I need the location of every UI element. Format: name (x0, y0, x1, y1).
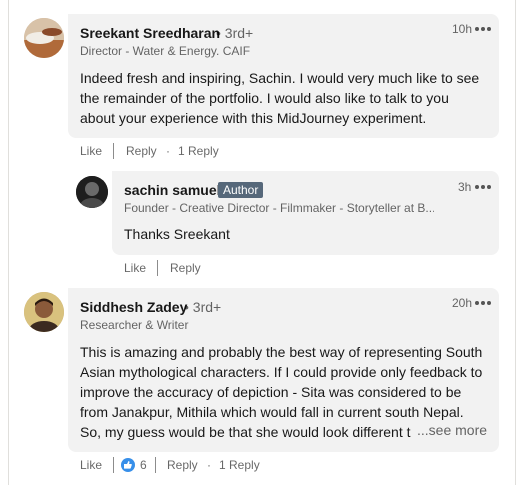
reaction-count[interactable]: 6 (140, 458, 147, 472)
like-button[interactable]: Like (124, 261, 146, 275)
more-options-icon[interactable] (475, 299, 493, 307)
view-replies-link[interactable]: 1 Reply (178, 144, 219, 158)
action-divider (113, 143, 114, 159)
like-reaction-icon (121, 458, 135, 472)
comment-bubble: Siddhesh Zadey • 3rd+ Researcher & Write… (68, 288, 499, 452)
author-headline: Researcher & Writer (80, 318, 189, 332)
reply-button[interactable]: Reply (167, 458, 198, 472)
comment-text-line: from Janakpur, Mithila which would fall … (80, 404, 464, 420)
avatar-photo-icon (76, 176, 108, 208)
comment-bubble: Sreekant Sreedharan • 3rd+ Director - Wa… (68, 14, 499, 138)
frame-left-border (8, 0, 9, 485)
like-button[interactable]: Like (80, 458, 102, 472)
frame-right-border (515, 0, 516, 485)
avatar-photo-icon (24, 18, 64, 58)
reply-button[interactable]: Reply (126, 144, 157, 158)
avatar[interactable] (24, 292, 64, 332)
reply-bubble: sachin samuel Author Founder - Creative … (112, 171, 499, 255)
separator-dot: · (207, 458, 211, 472)
comment-text: Indeed fresh and inspiring, Sachin. I wo… (80, 68, 479, 128)
connection-degree: • 3rd+ (216, 25, 254, 41)
comment-text-line: Asian mythological characters. If I coul… (80, 364, 483, 380)
comment-timestamp: 20h (452, 296, 473, 310)
comment-author-name[interactable]: Sreekant Sreedharan (80, 25, 220, 41)
reply-text-line: Thanks Sreekant (124, 226, 230, 242)
author-headline: Founder - Creative Director - Filmmaker … (124, 201, 434, 215)
avatar[interactable] (24, 18, 64, 58)
reply-text: Thanks Sreekant (124, 224, 230, 244)
more-options-icon[interactable] (475, 25, 493, 33)
more-options-icon[interactable] (475, 183, 493, 191)
reply-timestamp: 3h (458, 180, 472, 194)
view-replies-link[interactable]: 1 Reply (219, 458, 260, 472)
comment-text-line: This is amazing and probably the best wa… (80, 344, 483, 360)
comment-text-line: improve the accuracy of depiction - Sita… (80, 384, 462, 400)
comment-timestamp: 10h (452, 22, 473, 36)
author-badge: Author (218, 182, 264, 198)
comment-author-name[interactable]: Siddhesh Zadey (80, 299, 187, 315)
like-button[interactable]: Like (80, 144, 102, 158)
comment-text-line: about your experience with this MidJourn… (80, 110, 427, 126)
avatar[interactable] (76, 176, 108, 208)
reply-author-name[interactable]: sachin samuel (124, 182, 221, 198)
action-divider (157, 260, 158, 276)
see-more-link[interactable]: ...see more (413, 422, 488, 438)
comment-text-line: Indeed fresh and inspiring, Sachin. I wo… (80, 70, 480, 86)
author-headline: Director - Water & Energy. CAIF (80, 44, 251, 58)
separator-dot: · (166, 144, 170, 158)
connection-degree: • 3rd+ (184, 299, 222, 315)
avatar-photo-icon (24, 292, 64, 332)
reply-button[interactable]: Reply (170, 261, 201, 275)
action-divider (155, 457, 156, 473)
thumbs-up-icon (124, 461, 132, 469)
action-divider (113, 457, 114, 473)
comment-text-line: the remainder of the portfolio. I would … (80, 90, 449, 106)
